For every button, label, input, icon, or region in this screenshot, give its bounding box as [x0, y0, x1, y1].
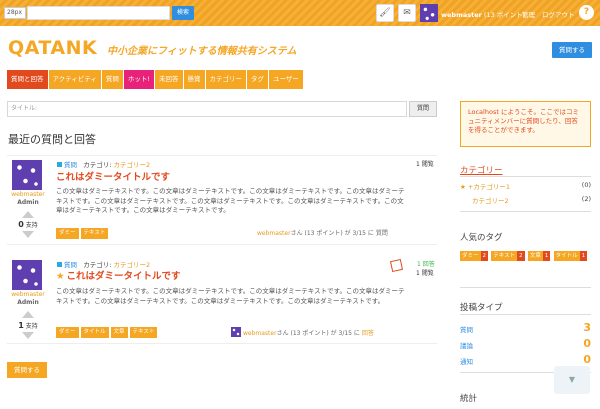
user-info[interactable]: webmaster (13 ポイント): [441, 9, 525, 19]
nav-categories[interactable]: カテゴリー: [205, 70, 247, 89]
welcome-box: Localhost にようこそ。ここではコミュニティメンバーに質問したり、回答を…: [460, 101, 591, 147]
tag-chip[interactable]: ダミー: [56, 228, 79, 239]
vote-count: 0 支持: [18, 220, 38, 229]
question-item: webmaster Admin 1 支持 質問 カテゴリ: カテゴリー2 1 回…: [7, 256, 437, 344]
username[interactable]: webmaster: [441, 11, 482, 19]
page-title: 最近の質問と回答: [8, 133, 96, 146]
nav-tags[interactable]: タグ: [247, 70, 269, 89]
post-type-row[interactable]: 議論 0: [460, 337, 591, 350]
question-type-icon: [57, 262, 62, 267]
ask-question-button[interactable]: 質問する: [552, 42, 592, 58]
site-logo[interactable]: QATANK: [8, 37, 97, 59]
footer-kind[interactable]: 質問: [376, 230, 388, 237]
nav-hot[interactable]: ホット!: [123, 70, 155, 89]
tag-list: ダミー テキスト: [56, 228, 110, 239]
question-type[interactable]: 質問: [64, 161, 77, 169]
category-row[interactable]: ★ +カテゴリー1 (0): [460, 181, 591, 191]
footer-kind[interactable]: 回答: [362, 330, 374, 337]
view-count: 1 閲覧: [416, 161, 434, 168]
tag-chip[interactable]: テキスト: [80, 228, 109, 239]
divider: [460, 176, 591, 177]
view-count: 1 閲覧: [416, 270, 434, 277]
nav-unanswered[interactable]: 未回答: [155, 70, 183, 89]
footer-user[interactable]: webmaster: [243, 330, 277, 337]
user-role: Admin: [17, 199, 39, 206]
nav-qa[interactable]: 質問と回答: [7, 70, 48, 89]
ask-question-button-bottom[interactable]: 質問する: [7, 362, 47, 378]
tag-chip[interactable]: 文章: [110, 327, 128, 338]
tag-chip[interactable]: テキスト: [129, 327, 158, 338]
question-title[interactable]: これはダミータイトルです: [56, 169, 170, 183]
question-user[interactable]: webmaster: [7, 291, 49, 298]
answered-icon: [389, 258, 404, 273]
popular-tag-list: ダミー 2 テキスト 2 文章 1 タイトル 1: [460, 251, 591, 263]
post-types-title: 投稿タイプ: [460, 303, 503, 313]
nav-bounty[interactable]: 懸賞: [183, 70, 205, 89]
tag-list: ダミー タイトル 文章 テキスト: [56, 327, 159, 338]
scroll-arrow-icon[interactable]: ▼: [554, 366, 590, 394]
admin-link[interactable]: 管理: [522, 9, 535, 19]
question-type-icon: [57, 162, 62, 167]
user-role: Admin: [17, 299, 39, 306]
popular-tag[interactable]: 文章 1: [527, 251, 551, 261]
question-category[interactable]: カテゴリー2: [113, 161, 150, 169]
title-input[interactable]: タイトル:: [7, 101, 407, 117]
divider: [460, 211, 591, 212]
categories-title[interactable]: カテゴリー: [460, 164, 503, 176]
search-input[interactable]: [27, 6, 170, 20]
nav-questions[interactable]: 質問: [101, 70, 123, 89]
popular-tag[interactable]: タイトル 1: [553, 251, 588, 261]
question-excerpt: この文章はダミーテキストです。この文章はダミーテキストです。この文章はダミーテキ…: [56, 187, 405, 214]
footer-avatar[interactable]: [231, 327, 241, 337]
logout-link[interactable]: ログアウト: [542, 9, 575, 19]
main-nav: 質問と回答 アクティビティ 質問 ホット! 未回答 懸賞 カテゴリー タグ ユー…: [7, 70, 304, 89]
question-excerpt: この文章はダミーテキストです。この文章はダミーテキストです。この文章はダミーテキ…: [56, 287, 405, 305]
star-icon: ★: [56, 271, 65, 282]
mail-icon[interactable]: ✉: [398, 4, 416, 22]
post-type-row[interactable]: 通知 0: [460, 353, 591, 366]
divider: [460, 287, 591, 288]
popular-tags-title: 人気のタグ: [460, 233, 503, 243]
vote-down-icon[interactable]: [22, 231, 34, 238]
popular-tag[interactable]: テキスト 2: [491, 251, 525, 261]
search-button[interactable]: 検索: [172, 6, 194, 20]
site-tagline: 中小企業にフィットする情報共有システム: [107, 46, 297, 57]
stats-title: 統計: [460, 394, 478, 404]
user-points: (13 ポイント): [483, 11, 526, 19]
question-footer: webmasterさん (13 ポイント) が 3/15 に 質問: [257, 230, 388, 237]
top-bar: 28px 検索 🖌 ✉ webmaster (13 ポイント) 管理 ログアウト…: [0, 0, 600, 26]
vote-count: 1 支持: [18, 321, 38, 330]
vote-up-icon[interactable]: [22, 211, 34, 218]
footer-user[interactable]: webmaster: [257, 230, 291, 237]
title-ask-button[interactable]: 質問: [409, 101, 437, 117]
post-type-row[interactable]: 質問 3: [460, 321, 591, 334]
question-user[interactable]: webmaster: [7, 191, 49, 198]
font-size-label: 28px: [4, 7, 26, 19]
nav-users[interactable]: ユーザー: [269, 70, 303, 89]
help-icon[interactable]: ?: [579, 5, 594, 20]
user-avatar[interactable]: [420, 4, 438, 22]
question-meta: 質問 カテゴリ: カテゴリー2: [57, 159, 150, 169]
user-avatar[interactable]: [12, 160, 42, 190]
question-item: webmaster Admin 0 支持 質問 カテゴリ: カテゴリー2 1 閲…: [7, 155, 437, 245]
category-row[interactable]: カテゴリー2 (2): [460, 195, 591, 205]
question-title[interactable]: ★ これはダミータイトルです: [56, 268, 181, 282]
brush-icon[interactable]: 🖌: [376, 4, 394, 22]
vote-up-icon[interactable]: [22, 311, 34, 318]
divider: [460, 314, 591, 315]
popular-tag[interactable]: ダミー 2: [460, 251, 489, 261]
vote-down-icon[interactable]: [22, 332, 34, 339]
user-avatar[interactable]: [12, 260, 42, 290]
tag-chip[interactable]: タイトル: [80, 327, 109, 338]
nav-activity[interactable]: アクティビティ: [48, 70, 101, 89]
answer-count: 1 回答: [417, 261, 435, 268]
tag-chip[interactable]: ダミー: [56, 327, 79, 338]
question-footer: webmasterさん (13 ポイント) が 3/15 に 回答: [231, 327, 374, 337]
